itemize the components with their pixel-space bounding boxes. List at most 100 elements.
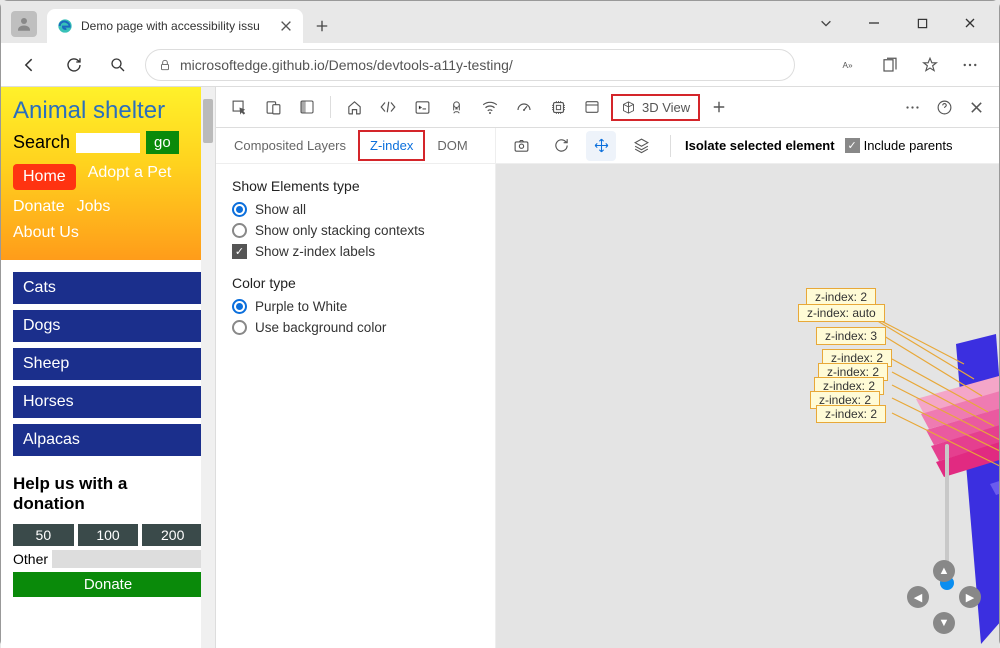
isolate-label: Isolate selected element [685,138,835,153]
window-controls [805,9,991,37]
page-title: Animal shelter [13,97,203,125]
category-item[interactable]: Sheep [13,348,203,380]
radio-purple-white[interactable] [232,299,247,314]
more-button[interactable] [953,48,987,82]
z-index-label: z-index: auto [798,304,885,322]
sources-icon[interactable] [441,92,471,122]
viewport-toolbar: Isolate selected element ✓Include parent… [496,128,999,164]
category-item[interactable]: Dogs [13,310,203,342]
network-icon[interactable] [475,92,505,122]
devtools-sidebar: Composited Layers Z-index DOM Show Eleme… [216,128,496,648]
performance-icon[interactable] [509,92,539,122]
svg-text:A»: A» [843,61,854,70]
nav-up-button[interactable]: ▲ [933,560,955,582]
minimize-button[interactable] [853,9,895,37]
search-label: Search [13,132,70,153]
nav-about[interactable]: About Us [13,224,79,242]
devtools-viewport-pane: Isolate selected element ✓Include parent… [496,128,999,648]
device-icon[interactable] [258,92,288,122]
main-nav: Home Adopt a Pet Donate Jobs About Us [13,164,203,242]
memory-icon[interactable] [543,92,573,122]
read-aloud-button[interactable]: A» [833,48,867,82]
devtools-toolbar: 3D View [216,87,999,128]
tab-z-index[interactable]: Z-index [358,130,425,161]
nav-right-button[interactable]: ▶ [959,586,981,608]
amount-button[interactable]: 100 [78,524,139,546]
close-icon[interactable] [279,19,293,33]
back-button[interactable] [13,48,47,82]
devtools-panel: 3D View Composited Layers Z-index DOM Sh… [215,87,999,648]
donate-button[interactable]: Donate [13,572,203,597]
page-hero: Animal shelter Search go Home Adopt a Pe… [1,87,215,260]
amount-button[interactable]: 200 [142,524,203,546]
elements-type-heading: Show Elements type [232,178,479,194]
category-item[interactable]: Alpacas [13,424,203,456]
donation-section: Help us with a donation 50 100 200 Other… [1,474,215,609]
plus-icon [315,19,329,33]
browser-tab[interactable]: Demo page with accessibility issu [47,9,303,43]
search-input[interactable] [76,133,140,153]
nav-home[interactable]: Home [13,164,76,190]
go-button[interactable]: go [146,131,179,154]
radio-show-all[interactable] [232,202,247,217]
maximize-button[interactable] [901,9,943,37]
nav-adopt[interactable]: Adopt a Pet [88,164,172,190]
welcome-icon[interactable] [339,92,369,122]
z-index-label: z-index: 2 [816,405,886,423]
refresh-button[interactable] [57,48,91,82]
devtools-more-button[interactable] [897,92,927,122]
radio-show-stacking[interactable] [232,223,247,238]
more-tabs-button[interactable] [704,92,734,122]
nav-down-button[interactable]: ▼ [933,612,955,634]
devtools-close-button[interactable] [961,92,991,122]
color-type-heading: Color type [232,275,479,291]
search-button[interactable] [101,48,135,82]
console-icon[interactable] [407,92,437,122]
help-icon[interactable] [929,92,959,122]
checkbox-show-labels[interactable]: ✓ [232,244,247,259]
inspect-icon[interactable] [224,92,254,122]
category-item[interactable]: Cats [13,272,203,304]
amount-button[interactable]: 50 [13,524,74,546]
nav-left-button[interactable]: ◀ [907,586,929,608]
z-index-label: z-index: 3 [816,327,886,345]
new-tab-button[interactable] [307,11,337,41]
url-box[interactable]: microsoftedge.github.io/Demos/devtools-a… [145,49,795,81]
dock-icon[interactable] [292,92,322,122]
profile-avatar[interactable] [11,11,37,37]
tab-composited-layers[interactable]: Composited Layers [224,132,356,159]
nav-donate[interactable]: Donate [13,198,65,216]
application-icon[interactable] [577,92,607,122]
z-index-panel: Show Elements type Show all Show only st… [216,164,495,355]
lock-icon [158,58,172,72]
close-button[interactable] [949,9,991,37]
edge-icon [57,18,73,34]
tab-3d-view[interactable]: 3D View [611,94,700,121]
page-content: Animal shelter Search go Home Adopt a Pe… [1,87,215,648]
devtools-subtabs: Composited Layers Z-index DOM [216,128,495,164]
person-icon [15,15,33,33]
tab-title: Demo page with accessibility issu [81,19,271,33]
tab-dom[interactable]: DOM [427,132,477,159]
layers-icon[interactable] [626,131,656,161]
donation-heading: Help us with a donation [13,474,203,514]
nav-3d-pad: ▲ ◀ ▶ ▼ [907,560,981,634]
window-titlebar: Demo page with accessibility issu [1,1,999,43]
other-input[interactable] [52,550,203,568]
pan-icon[interactable] [586,131,616,161]
screenshot-icon[interactable] [506,131,536,161]
favorite-button[interactable] [913,48,947,82]
url-text: microsoftedge.github.io/Demos/devtools-a… [180,57,513,73]
elements-icon[interactable] [373,92,403,122]
reset-view-icon[interactable] [546,131,576,161]
collections-button[interactable] [873,48,907,82]
chevron-down-icon[interactable] [805,9,847,37]
category-item[interactable]: Horses [13,386,203,418]
page-scrollbar[interactable] [201,87,215,648]
3d-viewport[interactable]: z-index: 2 z-index: auto z-index: 3 z-in… [496,164,999,648]
nav-jobs[interactable]: Jobs [77,198,111,216]
checkbox-include-parents[interactable]: ✓ [845,138,860,153]
category-list: Cats Dogs Sheep Horses Alpacas [1,260,215,474]
address-bar: microsoftedge.github.io/Demos/devtools-a… [1,43,999,87]
radio-use-bg[interactable] [232,320,247,335]
